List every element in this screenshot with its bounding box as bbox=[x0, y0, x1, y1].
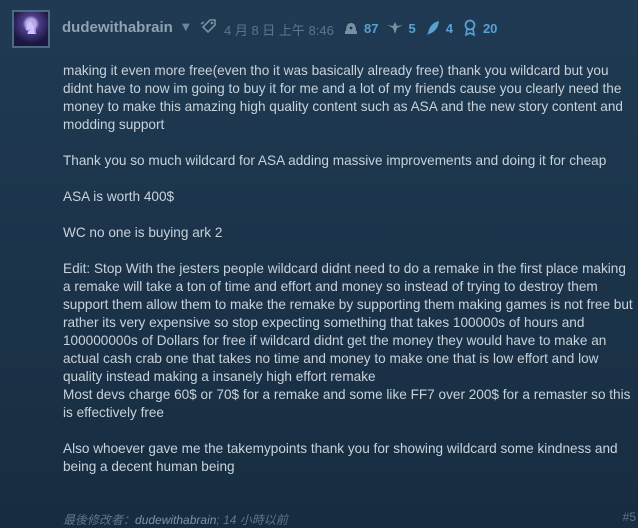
post-paragraph: WC no one is buying ark 2 bbox=[63, 225, 223, 240]
award-tag-icon[interactable] bbox=[200, 17, 218, 35]
post-paragraph: making it even more free(even tho it was… bbox=[63, 63, 623, 132]
xp-helmet-icon bbox=[345, 23, 357, 34]
edit-note-editor[interactable]: dudewithabrain bbox=[135, 513, 216, 527]
chevron-down-icon[interactable]: ▼ bbox=[182, 22, 190, 33]
stat-posts-value: 4 bbox=[445, 20, 453, 36]
character-icon: ♞ bbox=[23, 18, 40, 39]
post-header: ♞ dudewithabrain ▼ 4 月 8 日 上午 8:46 87 5 … bbox=[12, 10, 632, 50]
stat-posts[interactable]: 4 bbox=[424, 19, 453, 37]
post-paragraph: Thank you so much wildcard for ASA addin… bbox=[63, 153, 607, 168]
author-stats: 87 5 4 20 bbox=[342, 16, 505, 40]
avatar[interactable]: ♞ bbox=[12, 10, 50, 48]
medal-icon bbox=[464, 19, 476, 37]
edit-note-prefix: 最後修改者： bbox=[63, 513, 136, 527]
post-number[interactable]: #5 bbox=[623, 510, 636, 524]
post-paragraph: Edit: Stop With the jesters people wildc… bbox=[63, 261, 633, 420]
post-body: making it even more free(even tho it was… bbox=[63, 62, 633, 494]
author-name[interactable]: dudewithabrain bbox=[62, 19, 173, 36]
post-paragraph: Also whoever gave me the takemypoints th… bbox=[63, 441, 618, 474]
edit-note: 最後修改者：dudewithabrain; 14 小時以前 bbox=[63, 511, 288, 528]
stat-awards[interactable]: 20 bbox=[461, 19, 497, 37]
stat-badges[interactable]: 5 bbox=[386, 19, 416, 37]
stat-awards-value: 20 bbox=[482, 20, 498, 36]
post-paragraph: ASA is worth 400$ bbox=[63, 189, 175, 204]
stat-xp[interactable]: 87 bbox=[342, 19, 378, 37]
feather-icon bbox=[426, 21, 439, 35]
winged-badge-icon bbox=[387, 22, 404, 34]
forum-post: ♞ dudewithabrain ▼ 4 月 8 日 上午 8:46 87 5 … bbox=[0, 0, 638, 528]
stat-xp-value: 87 bbox=[364, 20, 379, 36]
stat-badges-value: 5 bbox=[408, 20, 416, 36]
edit-note-suffix: ; 14 小時以前 bbox=[216, 513, 288, 527]
post-timestamp: 4 月 8 日 上午 8:46 bbox=[224, 23, 334, 38]
